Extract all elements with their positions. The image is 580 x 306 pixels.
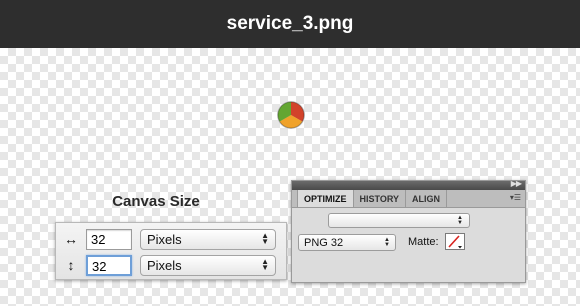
panel-header-bar: ▶▶ bbox=[292, 179, 525, 190]
tab-history[interactable]: HISTORY bbox=[354, 190, 407, 207]
updown-arrows-icon: ▲ ▼ bbox=[261, 231, 269, 246]
width-input[interactable]: 32 bbox=[86, 228, 132, 250]
tab-align[interactable]: ALIGN bbox=[406, 190, 448, 207]
canvas-size-panel: ↔ 32 Pixels ▲ ▼ ↕ 32 Pixels ▲ ▼ bbox=[55, 222, 287, 280]
no-color-icon bbox=[448, 235, 462, 249]
width-unit-label: Pixels bbox=[147, 231, 182, 247]
width-row: ↔ 32 Pixels ▲ ▼ bbox=[56, 227, 286, 251]
height-unit-select[interactable]: Pixels ▲ ▼ bbox=[140, 254, 276, 276]
preset-select[interactable]: ▲ ▼ bbox=[328, 213, 470, 228]
tab-optimize[interactable]: OPTIMIZE bbox=[297, 190, 354, 207]
pie-chart-icon bbox=[277, 101, 305, 129]
panel-menu-icon[interactable]: ▾☰ bbox=[510, 193, 521, 202]
height-row: ↕ 32 Pixels ▲ ▼ bbox=[56, 253, 286, 277]
panel-tabs: OPTIMIZE HISTORY ALIGN ▾☰ bbox=[292, 190, 525, 208]
collapse-panel-icon[interactable]: ▶▶ bbox=[511, 179, 522, 188]
format-select[interactable]: PNG 32 ▲ ▼ bbox=[298, 234, 396, 251]
height-unit-label: Pixels bbox=[147, 257, 182, 273]
vertical-arrow-icon: ↕ bbox=[67, 257, 75, 273]
horizontal-arrow-icon: ↔ bbox=[64, 231, 78, 247]
updown-arrows-icon: ▲ ▼ bbox=[384, 236, 390, 248]
canvas-size-title: Canvas Size bbox=[112, 193, 200, 210]
width-unit-select[interactable]: Pixels ▲ ▼ bbox=[140, 228, 276, 250]
height-input[interactable]: 32 bbox=[86, 254, 132, 276]
optimize-panel: ▶▶ OPTIMIZE HISTORY ALIGN ▾☰ ▲ ▼ PNG 32 ▲… bbox=[291, 179, 526, 283]
updown-arrows-icon: ▲ ▼ bbox=[457, 214, 463, 226]
format-value: PNG 32 bbox=[304, 236, 344, 249]
window-title: service_3.png bbox=[226, 13, 354, 34]
matte-label: Matte: bbox=[408, 236, 439, 248]
title-bar: service_3.png bbox=[0, 0, 580, 48]
matte-color-swatch[interactable] bbox=[445, 233, 465, 250]
updown-arrows-icon: ▲ ▼ bbox=[261, 257, 269, 272]
